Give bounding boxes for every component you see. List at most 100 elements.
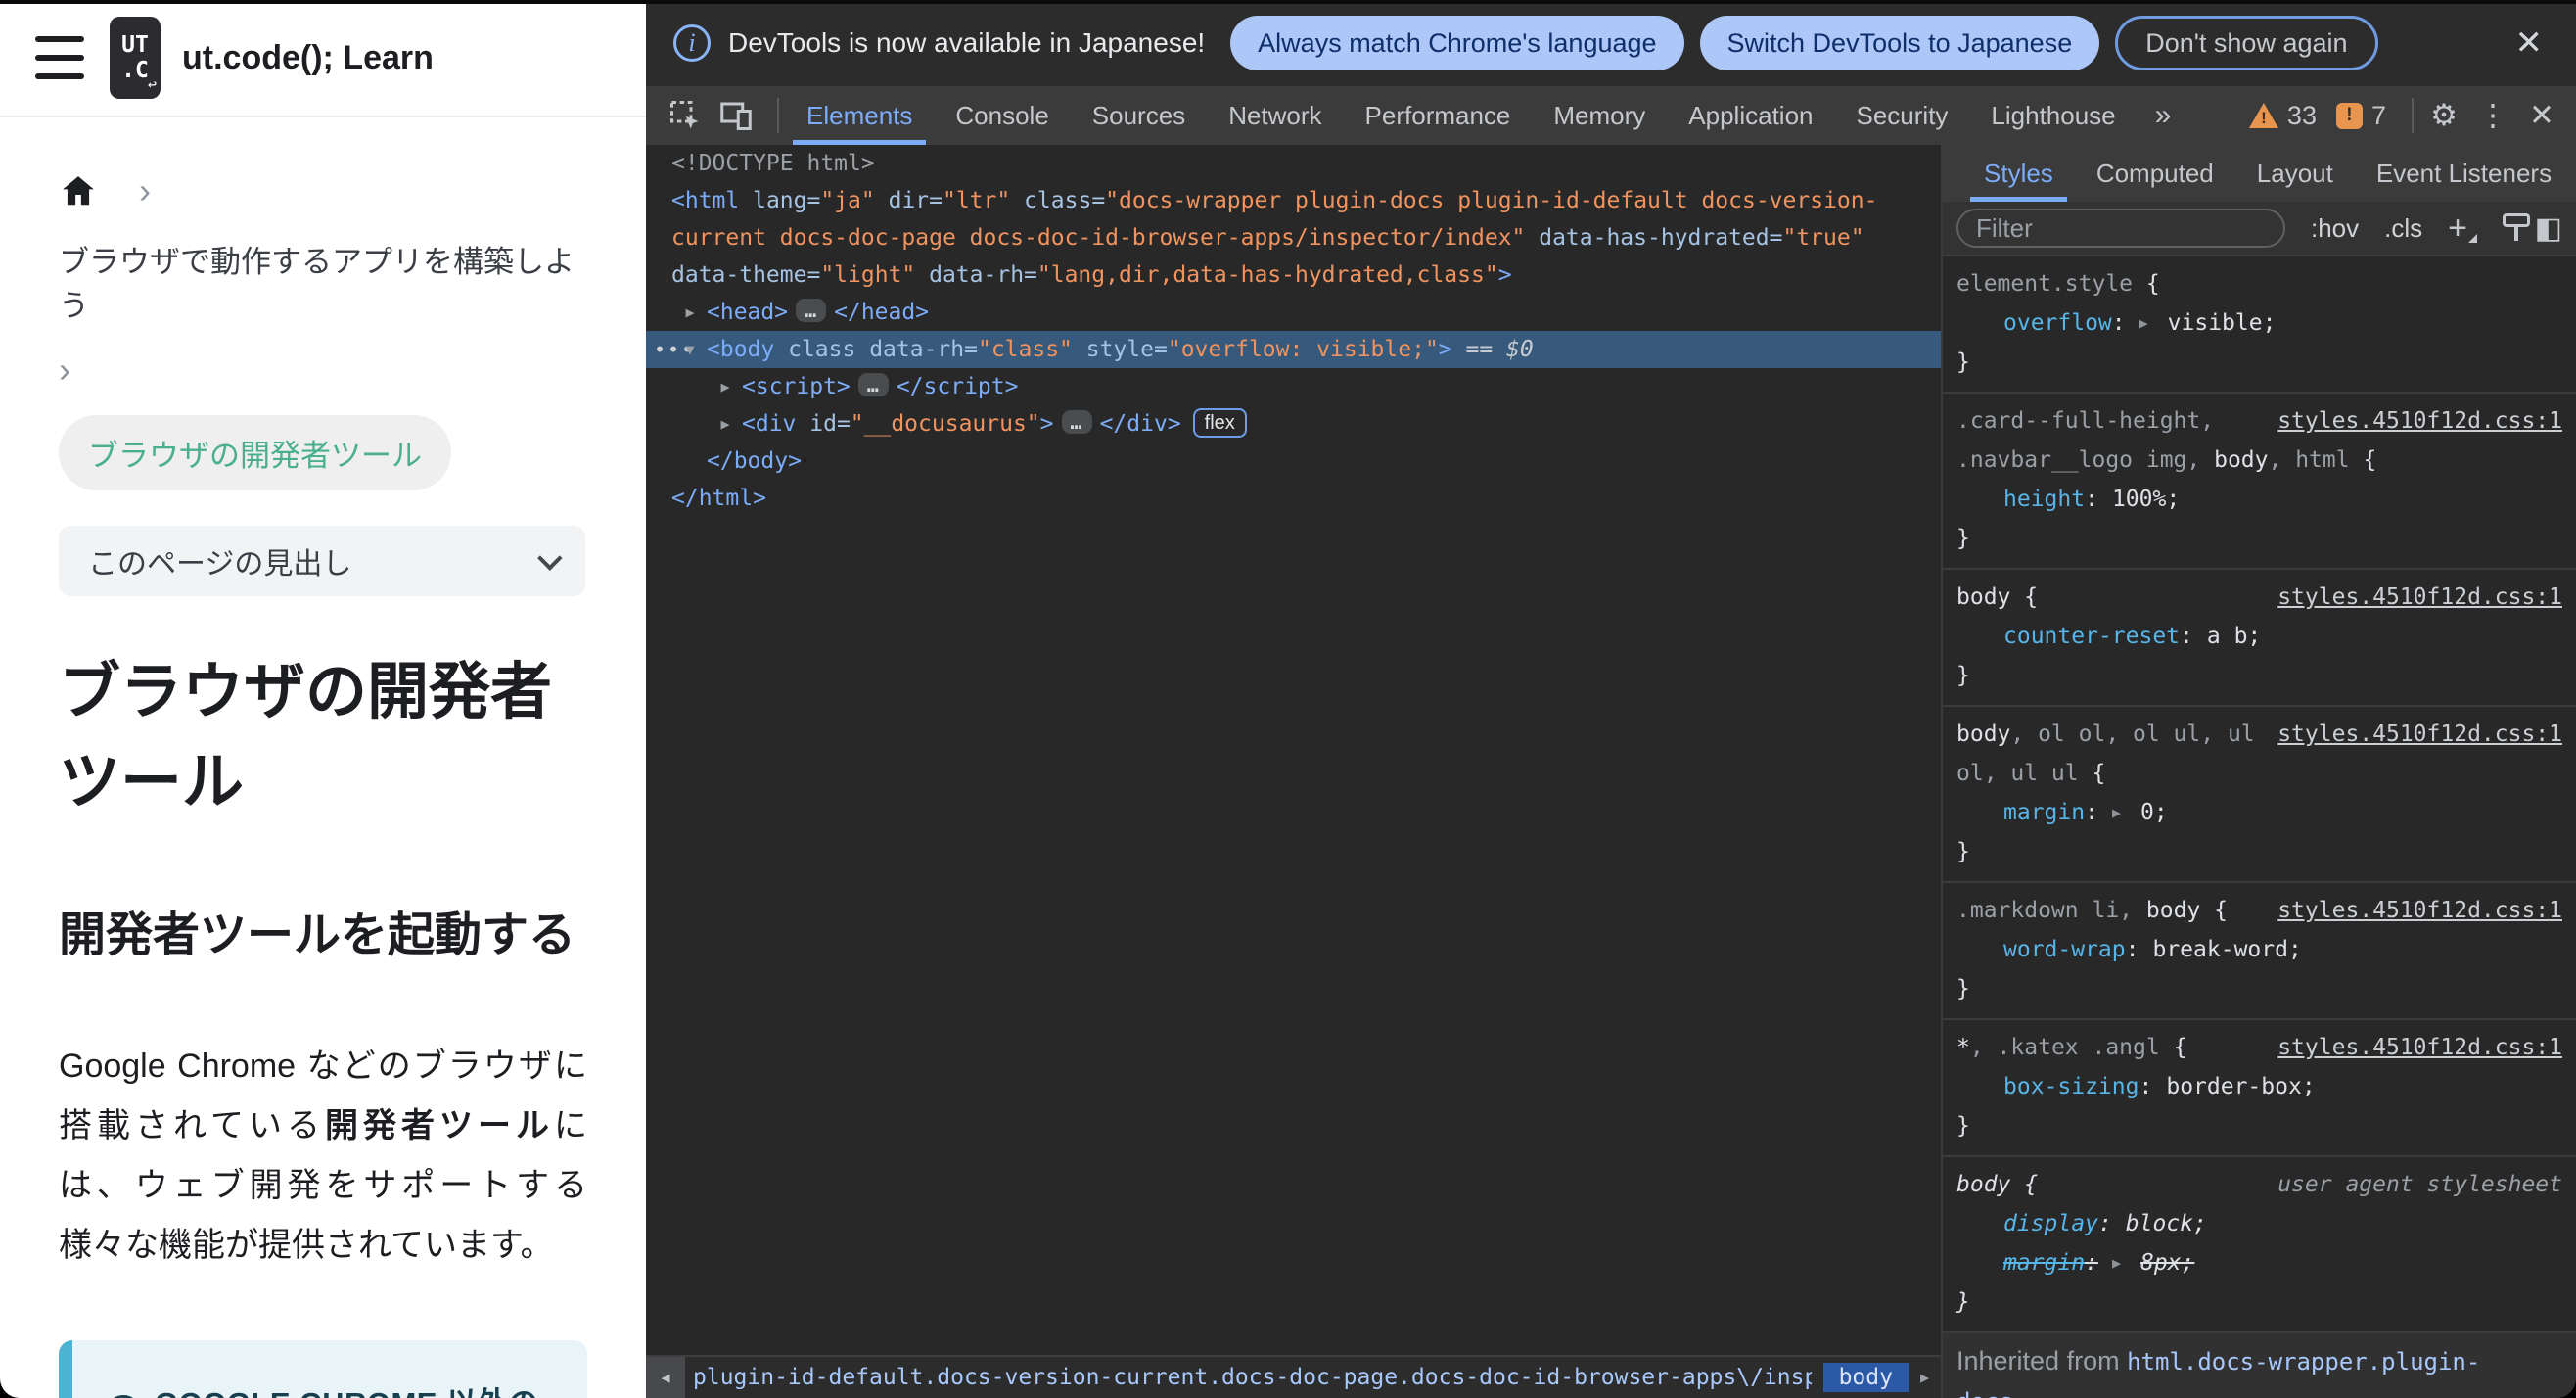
breadcrumb-section-link[interactable]: ブラウザで動作するアプリを構築しよう (59, 237, 587, 325)
style-declaration[interactable]: margin: ▶ 0; (1956, 793, 2562, 832)
disclosure-collapsed-icon[interactable]: ▶ (713, 405, 738, 443)
style-rule: styles.4510f12d.css:1 .card--full-height,… (1943, 394, 2576, 570)
new-style-rule-button[interactable]: + (2448, 211, 2477, 245)
property-name: counter-reset (2003, 624, 2181, 649)
code-token: data-theme= (671, 262, 821, 288)
style-source-link[interactable]: styles.4510f12d.css:1 (2277, 1028, 2562, 1067)
tab-event-listeners[interactable]: Event Listeners (2355, 145, 2573, 202)
style-declaration[interactable]: display: block; (1956, 1204, 2562, 1243)
site-title[interactable]: ut.code(); Learn (182, 39, 434, 77)
property-name: word-wrap (2003, 937, 2126, 962)
tree-row[interactable]: ••• ▼ <body class data-rh="class" style="o… (646, 331, 1941, 368)
tree-row[interactable]: ▶ <script> … </script> (646, 368, 1941, 405)
hamburger-menu-button[interactable] (35, 36, 84, 79)
code-token: dir= (888, 188, 943, 213)
style-rule: user agent stylesheet body {display: block… (1943, 1157, 2576, 1333)
crumb-scroll-right-button[interactable]: ▶ (1909, 1369, 1941, 1386)
expand-value-icon[interactable]: ▶ (2139, 303, 2148, 343)
code-token: "ltr" (942, 188, 1025, 213)
tab-network[interactable]: Network (1207, 86, 1343, 145)
toc-label: このページの見出し (88, 548, 352, 581)
toggle-sidebar-button[interactable]: ◧ (2535, 211, 2562, 246)
tree-row[interactable]: <!DOCTYPE html> (646, 145, 1941, 182)
tab-performance[interactable]: Performance (1344, 86, 1533, 145)
warning-count: 33 (2286, 100, 2317, 130)
don-t-show-again-button[interactable]: Don't show again (2115, 16, 2378, 70)
browser-window: UT .C ↩ ut.code(); Learn › ブラウザで動作するアプリを… (0, 0, 2576, 1398)
style-source-link[interactable]: styles.4510f12d.css:1 (2277, 891, 2562, 930)
tab-application[interactable]: Application (1667, 86, 1834, 145)
collapsed-content-ellipsis-button[interactable]: … (796, 299, 827, 322)
breadcrumb-current-node[interactable]: body (1822, 1363, 1909, 1392)
style-declaration[interactable]: height: 100%; (1956, 480, 2562, 519)
tree-row[interactable]: </body> (646, 443, 1941, 480)
collapsed-content-ellipsis-button[interactable]: … (1061, 410, 1092, 434)
devtools-notification-bar: i DevTools is now available in Japanese!… (646, 0, 2576, 86)
style-source-link[interactable]: styles.4510f12d.css:1 (2277, 715, 2562, 754)
site-logo[interactable]: UT .C ↩ (110, 17, 161, 99)
style-declaration[interactable]: box-sizing: border-box; (1956, 1067, 2562, 1106)
toc-toggle[interactable]: このページの見出し (59, 526, 585, 596)
breadcrumb-home-link[interactable] (59, 172, 98, 210)
style-source-link[interactable]: styles.4510f12d.css:1 (2277, 401, 2562, 441)
logo-text-top: UT (121, 32, 149, 58)
collapsed-content-ellipsis-button[interactable]: … (857, 373, 889, 396)
tab-styles[interactable]: Styles (1962, 145, 2075, 202)
selector-token: { (2092, 761, 2106, 786)
devtools-close-button[interactable]: ✕ (2517, 92, 2566, 139)
code-token: > (1039, 411, 1054, 437)
settings-button[interactable]: ⚙ (2419, 92, 2468, 139)
pseudo-state-toggle[interactable]: :hov (2311, 213, 2359, 244)
warnings-badge[interactable]: ! 33 (2248, 100, 2317, 131)
selector-token: .card--full-height, .navbar__logo img, (1956, 408, 2215, 473)
disclosure-expanded-icon[interactable]: ▼ (677, 331, 703, 368)
breadcrumb-path[interactable]: plugin-id-default.docs-version-current.d… (693, 1365, 1812, 1390)
style-source-link[interactable]: styles.4510f12d.css:1 (2277, 578, 2562, 617)
disclosure-collapsed-icon[interactable]: ▶ (713, 368, 738, 405)
device-toolbar-button[interactable] (711, 92, 761, 139)
tree-row[interactable]: <html lang="ja" dir="ltr" class="docs-wr… (646, 182, 1941, 294)
tab-memory[interactable]: Memory (1532, 86, 1667, 145)
style-selector[interactable]: element.style { (1956, 264, 2562, 303)
style-declaration[interactable]: overflow: ▶ visible; (1956, 303, 2562, 343)
switch-devtools-to-japanese-button[interactable]: Switch DevTools to Japanese (1699, 16, 2100, 70)
code-token: <!DOCTYPE html> (671, 151, 875, 176)
selector-token: , .katex .angl (1969, 1035, 2174, 1060)
crumb-scroll-left-button[interactable]: ◀ (646, 1357, 685, 1398)
tab-console[interactable]: Console (934, 86, 1070, 145)
code-token: class (788, 337, 870, 362)
tab-security[interactable]: Security (1835, 86, 1970, 145)
disclosure-collapsed-icon[interactable]: ▶ (677, 294, 703, 331)
flex-badge[interactable]: flex (1192, 408, 1247, 438)
tab-elements[interactable]: Elements (785, 86, 934, 145)
tab-computed[interactable]: Computed (2075, 145, 2235, 202)
tab-lighthouse[interactable]: Lighthouse (1969, 86, 2137, 145)
inspect-element-button[interactable] (660, 92, 711, 139)
devtools-menu-button[interactable]: ⋮ (2468, 92, 2517, 139)
notification-close-button[interactable]: ✕ (2509, 23, 2550, 63)
tab-sources[interactable]: Sources (1071, 86, 1207, 145)
more-tabs-button[interactable]: » (2138, 86, 2189, 145)
issues-badge[interactable]: ! 7 (2335, 101, 2386, 131)
code-token: "true" (1782, 225, 1864, 251)
expand-value-icon[interactable]: ▶ (2112, 1243, 2121, 1282)
tab-layout[interactable]: Layout (2235, 145, 2355, 202)
breadcrumb: › ブラウザで動作するアプリを構築しよう › ブラウザの開発者ツール (59, 172, 587, 490)
style-declaration[interactable]: word-wrap: break-word; (1956, 930, 2562, 969)
tree-row[interactable]: ▶ <head> … </head> (646, 294, 1941, 331)
property-name: display (2003, 1211, 2098, 1236)
info-callout: !GOOGLE CHROME 以外の開発者ツール Google Chrome 以… (59, 1340, 587, 1398)
style-declaration[interactable]: counter-reset: a b; (1956, 617, 2562, 656)
styles-filter-input[interactable] (1956, 209, 2285, 248)
tree-row[interactable]: ▶ <div id="__docusaurus"> … </div> flex (646, 405, 1941, 443)
always-match-chrome-s-language-button[interactable]: Always match Chrome's language (1230, 16, 1684, 70)
selector-token: body (1956, 584, 2025, 610)
style-declaration[interactable]: margin: ▶ 8px; (1956, 1243, 2562, 1282)
close-icon: ✕ (2514, 24, 2544, 62)
property-colon: : (2085, 1250, 2098, 1276)
rendering-emulations-button[interactable] (2501, 211, 2531, 245)
tree-row[interactable]: </html> (646, 480, 1941, 517)
expand-value-icon[interactable]: ▶ (2112, 793, 2121, 832)
element-class-toggle[interactable]: .cls (2384, 213, 2422, 244)
notification-buttons: Always match Chrome's language Switch Dev… (1230, 16, 2393, 70)
